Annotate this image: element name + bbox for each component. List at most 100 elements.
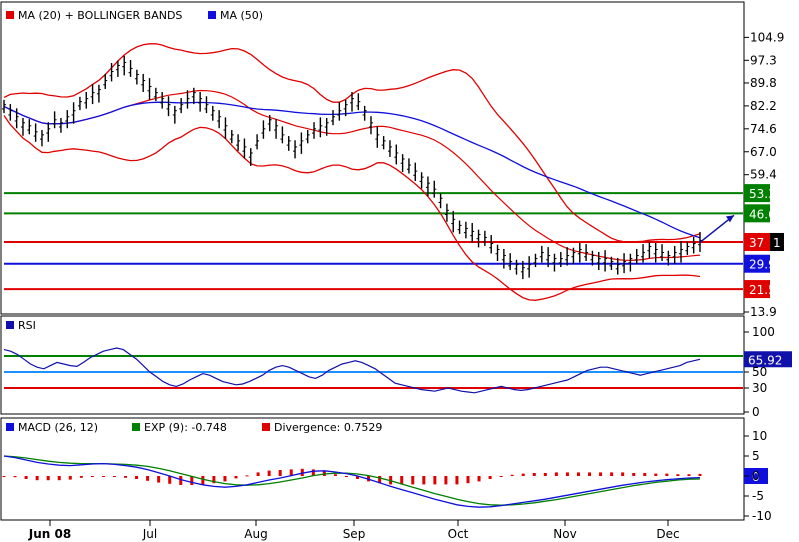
divergence-bar [146, 476, 150, 481]
divergence-bar [621, 472, 625, 476]
divergence-bar [190, 476, 194, 485]
price-plot: 53.3 46.6 37 29.9 21.5 1 [2, 43, 784, 301]
divergence-bar [698, 473, 702, 476]
divergence-bar [245, 475, 249, 477]
level-tag-text-3: 29.9 [749, 258, 776, 272]
price-panel-frame [0, 1, 745, 315]
rsi-tick-label: 50 [752, 365, 767, 379]
divergence-bar [488, 476, 492, 479]
rsi-legend: RSI [6, 319, 36, 332]
macd-plot: 0 [2, 455, 768, 508]
price-legend: MA (20) + BOLLINGER BANDS MA (50) [6, 9, 263, 22]
divergence-bar [2, 476, 6, 477]
macd-tick-label: -10 [752, 509, 772, 523]
divergence-bar [201, 476, 205, 485]
divergence-bar [90, 476, 94, 477]
price-tick-label: 82.2 [750, 99, 777, 113]
legend-macd: MACD (26, 12) [18, 421, 98, 434]
legend-swatch-ma50 [208, 11, 216, 19]
legend-rsi: RSI [18, 319, 36, 332]
level-tag-text-2: 37 [749, 236, 764, 250]
x-tick-label: Jul [142, 527, 157, 541]
macd-tick-label: -5 [752, 489, 764, 503]
divergence-bar [411, 476, 415, 485]
x-tick-label: Aug [244, 527, 267, 541]
divergence-bar [112, 476, 116, 477]
price-tick-label: 59.4 [750, 168, 777, 182]
x-tick-label: Jun 08 [28, 527, 71, 541]
rsi-plot: 65.92 [3, 347, 792, 394]
legend-swatch-divergence [262, 423, 270, 431]
x-tick-label: Dec [656, 527, 679, 541]
divergence-bar [521, 473, 525, 476]
divergence-bar [632, 473, 636, 476]
legend-swatch-exp [132, 423, 140, 431]
legend-swatch-macd [6, 423, 14, 431]
divergence-bar [267, 470, 271, 476]
rsi-line [3, 347, 701, 394]
macd-tick-label: 10 [752, 429, 767, 443]
legend-swatch-bollinger [6, 11, 14, 19]
divergence-bar [278, 470, 282, 476]
divergence-bar [455, 476, 459, 485]
divergence-bar [344, 476, 348, 477]
divergence-bar [234, 476, 238, 479]
divergence-bar [643, 473, 647, 476]
divergence-bar [24, 476, 28, 479]
macd-tick-label: 5 [752, 449, 760, 463]
divergence-bar [35, 476, 39, 481]
divergence-bar [422, 476, 426, 485]
divergence-bar [610, 472, 614, 476]
divergence-bar [124, 476, 128, 478]
macd-line [3, 455, 701, 508]
divergence-bar [223, 476, 227, 482]
level-tag-text-0: 53.3 [749, 187, 776, 201]
divergence-bar [554, 472, 558, 476]
divergence-bar [499, 476, 503, 477]
price-tick-label: 104.9 [750, 30, 784, 44]
legend-bollinger: MA (20) + BOLLINGER BANDS [18, 9, 182, 22]
level-tag-text-1: 46.6 [749, 207, 776, 221]
rsi-panel-frame [0, 315, 745, 415]
divergence-bar [576, 472, 580, 476]
x-tick-label: Oct [448, 527, 469, 541]
divergence-bar [444, 476, 448, 485]
divergence-bar [687, 474, 691, 476]
divergence-bar [654, 473, 658, 476]
legend-exp: EXP (9): -0.748 [144, 421, 227, 434]
legend-swatch-rsi [6, 321, 14, 329]
level-tag-text-4: 21.5 [749, 283, 776, 297]
divergence-bar [13, 476, 17, 478]
stock-chart: MA (20) + BOLLINGER BANDS MA (50) RSI MA… [0, 1, 792, 541]
divergence-bar [79, 476, 83, 478]
divergence-bar [676, 474, 680, 476]
axis-labels: 104.997.389.882.274.667.059.413.91005030… [28, 30, 785, 541]
macd-tick-label: 0 [752, 469, 760, 483]
divergence-bar [68, 476, 72, 480]
bollinger-upper-band [3, 43, 701, 243]
divergence-bar [135, 476, 139, 479]
price-tick-label: 13.9 [750, 305, 777, 319]
last-price-tag-text: 1 [773, 236, 781, 250]
divergence-bar [510, 474, 514, 476]
x-tick-label: Sep [343, 527, 366, 541]
rsi-tick-label: 30 [752, 381, 767, 395]
divergence-bar [46, 476, 50, 481]
panel-frames [0, 1, 745, 521]
price-tick-label: 67.0 [750, 145, 777, 159]
price-tick-label: 97.3 [750, 53, 777, 67]
rsi-tick-label: 100 [752, 325, 775, 339]
bollinger-lower-band [3, 115, 701, 301]
divergence-bar [543, 473, 547, 476]
divergence-bar [477, 476, 481, 482]
legend-divergence: Divergence: 0.7529 [274, 421, 382, 434]
divergence-bar [157, 476, 161, 483]
ma20-line [3, 89, 701, 262]
x-tick-label: Nov [553, 527, 576, 541]
price-tick-label: 89.8 [750, 76, 777, 90]
divergence-bar [168, 476, 172, 484]
divergence-bar [57, 476, 61, 481]
divergence-bar [101, 476, 105, 477]
divergence-bar [433, 476, 437, 485]
legend-ma50: MA (50) [220, 9, 263, 22]
